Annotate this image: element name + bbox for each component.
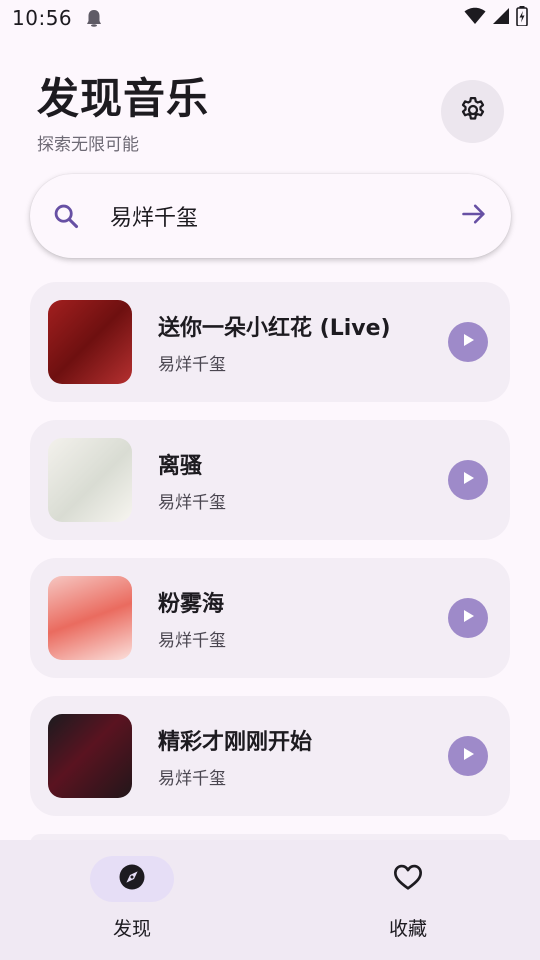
page-subtitle: 探索无限可能 <box>37 135 139 155</box>
gear-icon <box>458 95 488 129</box>
song-card[interactable]: 送你一朵小红花 (Live) 易烊千玺 <box>30 282 510 402</box>
arrow-right-icon <box>460 200 488 232</box>
album-cover <box>48 438 132 522</box>
play-icon <box>460 470 476 490</box>
song-card[interactable]: 粉雾海 易烊千玺 <box>30 558 510 678</box>
album-cover <box>48 714 132 798</box>
wifi-icon <box>464 7 486 29</box>
search-input[interactable] <box>110 203 459 229</box>
song-title: 粉雾海 <box>158 591 225 617</box>
search-icon <box>52 202 80 230</box>
nav-indicator <box>90 856 174 902</box>
song-artist: 易烊千玺 <box>158 492 226 513</box>
search-bar[interactable] <box>30 174 511 258</box>
play-button[interactable] <box>448 598 488 638</box>
nav-label: 收藏 <box>388 918 427 940</box>
nav-label: 发现 <box>112 918 151 940</box>
play-icon <box>460 608 476 628</box>
song-meta: 离骚 易烊千玺 <box>158 448 448 513</box>
song-list: 送你一朵小红花 (Live) 易烊千玺 离骚 易烊千玺 粉雾海 易烊千玺 精彩才… <box>30 282 510 844</box>
nav-item-discover[interactable]: 发现 <box>62 856 202 941</box>
play-icon <box>460 332 476 352</box>
nav-item-favorites[interactable]: 收藏 <box>338 856 478 941</box>
play-button[interactable] <box>448 736 488 776</box>
notification-app-icon <box>86 9 102 27</box>
settings-button[interactable] <box>441 80 504 143</box>
status-time: 10:56 <box>12 6 73 30</box>
song-artist: 易烊千玺 <box>158 768 226 789</box>
album-cover <box>48 300 132 384</box>
song-artist: 易烊千玺 <box>158 354 226 375</box>
album-cover <box>48 576 132 660</box>
play-icon <box>460 746 476 766</box>
song-meta: 粉雾海 易烊千玺 <box>158 586 448 651</box>
song-title: 离骚 <box>158 453 203 479</box>
song-title: 送你一朵小红花 (Live) <box>158 315 391 341</box>
status-bar: 10:56 <box>0 0 540 36</box>
song-card[interactable]: 离骚 易烊千玺 <box>30 420 510 540</box>
nav-indicator <box>366 856 450 902</box>
header: 发现音乐 探索无限可能 <box>37 74 209 155</box>
compass-icon <box>117 862 147 896</box>
song-title: 精彩才刚刚开始 <box>158 729 313 755</box>
signal-icon <box>492 7 510 29</box>
play-button[interactable] <box>448 322 488 362</box>
status-icons <box>464 6 528 30</box>
heart-icon <box>392 861 424 897</box>
song-meta: 精彩才刚刚开始 易烊千玺 <box>158 724 448 789</box>
page-title: 发现音乐 <box>37 74 210 123</box>
song-artist: 易烊千玺 <box>158 630 226 651</box>
battery-icon <box>516 6 528 30</box>
bottom-nav: 发现 收藏 <box>0 840 540 960</box>
song-card[interactable]: 精彩才刚刚开始 易烊千玺 <box>30 696 510 816</box>
play-button[interactable] <box>448 460 488 500</box>
search-submit-button[interactable] <box>459 201 489 231</box>
song-meta: 送你一朵小红花 (Live) 易烊千玺 <box>158 310 448 375</box>
